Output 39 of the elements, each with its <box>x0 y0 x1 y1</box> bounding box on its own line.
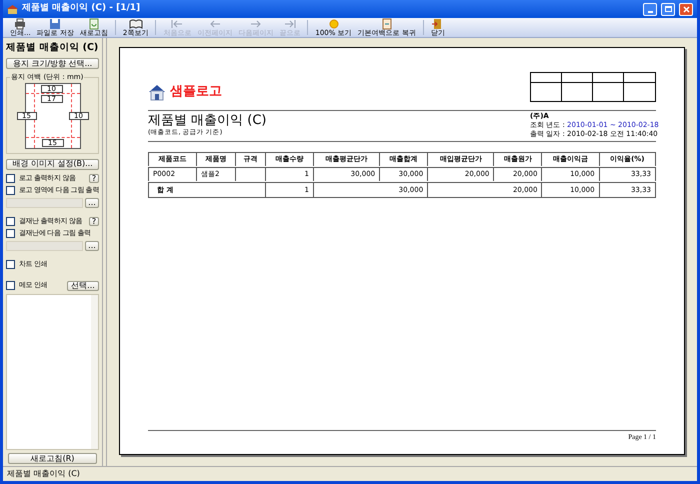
maximize-button[interactable] <box>661 2 675 16</box>
checkbox[interactable] <box>6 260 15 268</box>
close-button[interactable] <box>679 2 693 16</box>
close-icon <box>682 6 690 12</box>
house-icon <box>148 82 166 101</box>
checkbox[interactable] <box>6 216 15 226</box>
logo-text: 샘플로고 <box>170 83 222 101</box>
checkbox[interactable] <box>6 229 15 238</box>
panel-title: 제품별 매출이익 (C) <box>6 41 99 55</box>
image-path-field[interactable] <box>6 198 83 208</box>
window-title: 제품별 매출이익 (C) - [1/1] <box>22 2 140 16</box>
left-arrow-icon <box>208 18 222 30</box>
report-title: 제품별 매출이익 (C) <box>148 113 266 128</box>
document-icon <box>86 18 101 30</box>
browse-button[interactable]: ... <box>85 240 99 251</box>
first-page-icon <box>170 18 184 30</box>
paper-size-button[interactable]: 용지 크기/방향 선택... <box>6 58 99 70</box>
background-image-button[interactable]: 배경 이미지 설정(B)... <box>6 158 99 170</box>
scrollbar[interactable] <box>91 294 98 449</box>
select-button[interactable]: 선택... <box>67 280 99 290</box>
image-path-field[interactable] <box>6 240 83 251</box>
right-arrow-icon <box>248 18 263 30</box>
refresh-button[interactable]: 새로고침(R) <box>8 453 97 464</box>
checkbox[interactable] <box>6 186 15 195</box>
checkbox[interactable] <box>6 281 15 290</box>
checkbox[interactable] <box>6 174 15 182</box>
sun-icon <box>326 18 341 30</box>
help-button[interactable]: ? <box>89 216 99 226</box>
last-page-icon <box>282 18 297 30</box>
browse-button[interactable]: ... <box>85 198 99 208</box>
app-icon <box>7 4 18 14</box>
floppy-icon <box>48 18 62 30</box>
printer-icon <box>13 18 28 30</box>
minimize-button[interactable] <box>643 2 657 16</box>
help-button[interactable]: ? <box>89 174 99 182</box>
status-text: 제품별 매출이익 (C) <box>7 468 80 480</box>
memo-field[interactable] <box>6 294 99 450</box>
table-cell <box>236 168 266 182</box>
book-icon <box>128 18 143 30</box>
